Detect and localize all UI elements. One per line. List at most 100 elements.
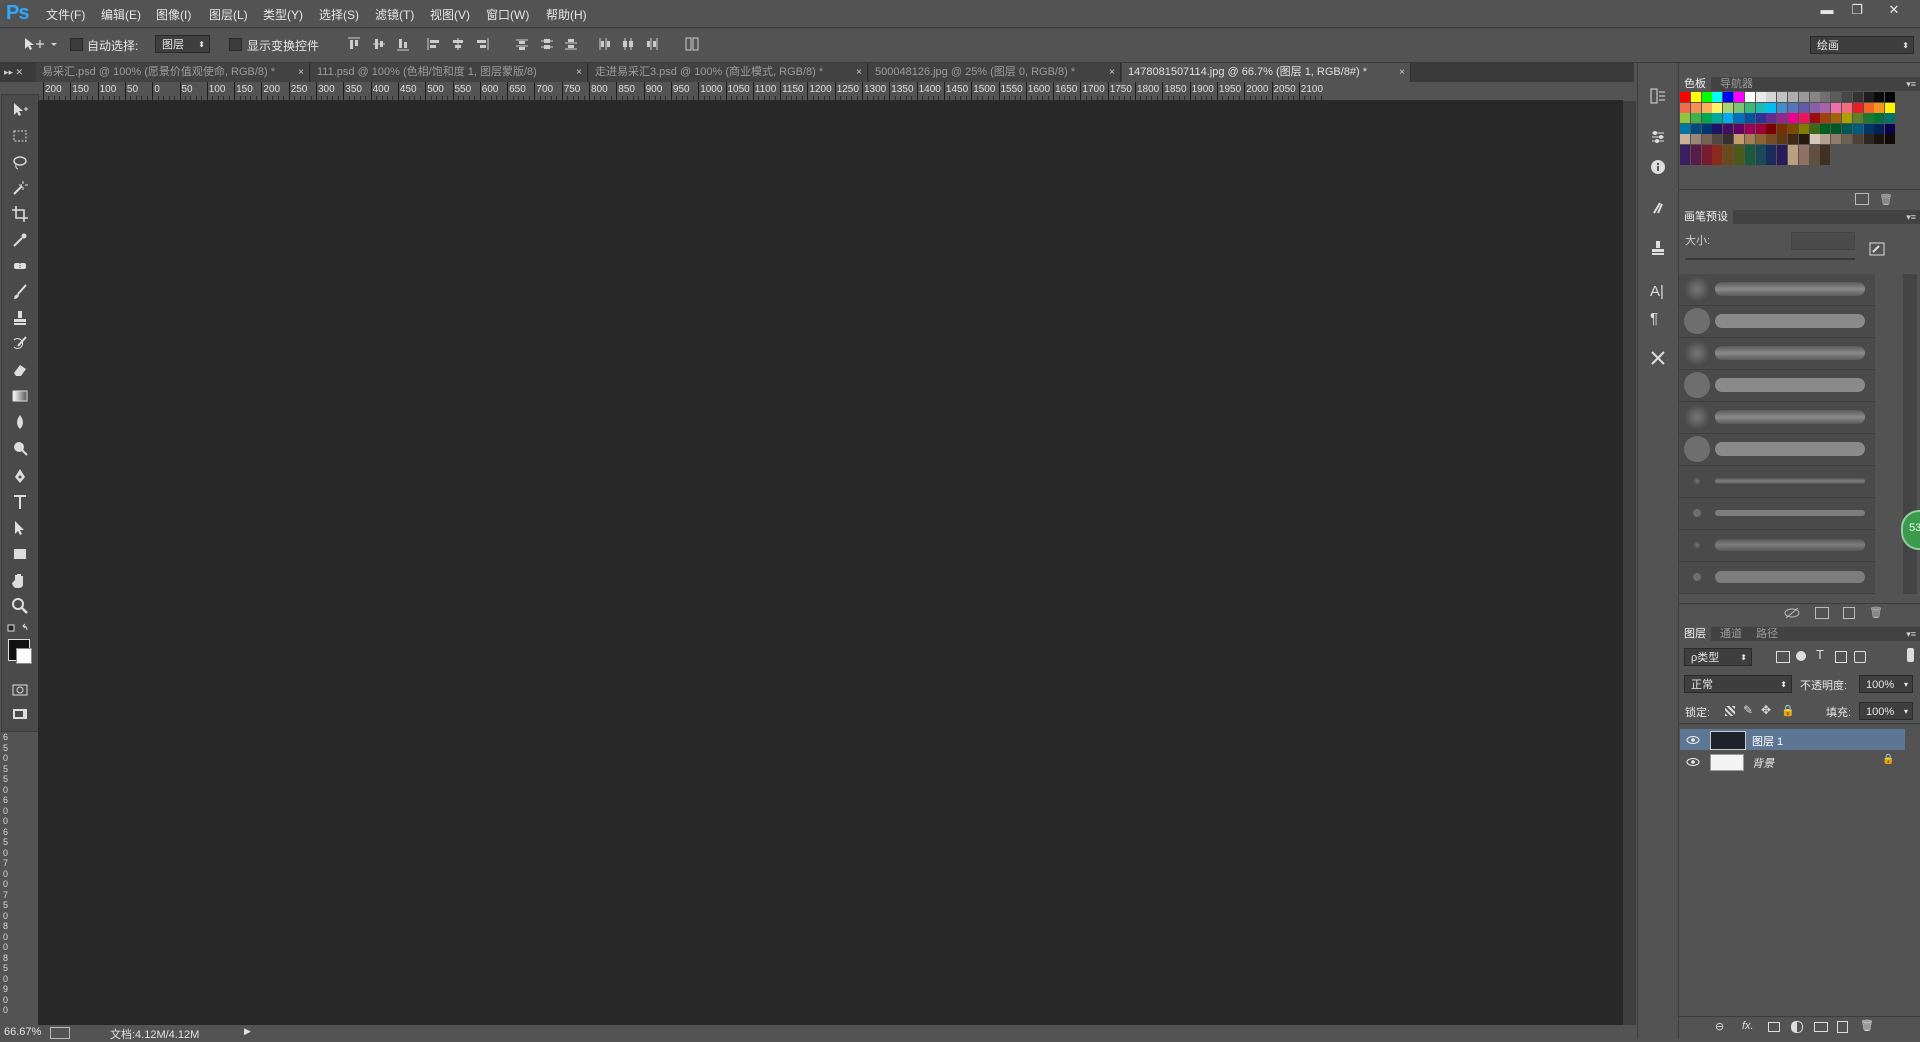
menu-view[interactable]: 视图(V) — [430, 6, 470, 23]
menu-layer[interactable]: 图层(L) — [209, 6, 248, 23]
color-swatch[interactable] — [1809, 134, 1820, 144]
history-brush-tool-icon[interactable] — [11, 335, 31, 355]
filter-pixel-icon[interactable] — [1776, 651, 1790, 663]
color-swatch[interactable] — [1734, 113, 1744, 123]
color-swatch[interactable] — [1690, 92, 1701, 102]
auto-select-dropdown[interactable]: 图层 ⬍ — [155, 35, 210, 53]
color-swatch[interactable] — [1809, 92, 1820, 102]
align-hcenter-icon[interactable] — [451, 37, 465, 51]
color-swatch[interactable] — [1820, 102, 1831, 113]
color-swatch[interactable] — [1680, 102, 1690, 113]
tab-navigator[interactable]: 导航器 — [1715, 77, 1758, 91]
move-tool-icon[interactable] — [11, 101, 31, 121]
align-vcenter-icon[interactable] — [372, 37, 386, 51]
color-swatch[interactable] — [1798, 102, 1809, 113]
color-swatch[interactable] — [1874, 123, 1885, 134]
color-swatch[interactable] — [1777, 134, 1788, 144]
tab-paths[interactable]: 路径 — [1751, 627, 1783, 641]
color-swatch[interactable] — [1734, 123, 1744, 134]
document-tab[interactable]: 走进易采汇3.psd @ 100% (商业模式, RGB/8) * × — [589, 63, 868, 82]
document-canvas[interactable] — [38, 101, 1623, 1025]
canvas-vertical-scrollbar[interactable] — [1623, 101, 1636, 1025]
panel-menu-icon[interactable]: ▾≡ — [1906, 627, 1916, 641]
delete-layer-icon[interactable]: 🗑 — [1860, 1019, 1874, 1032]
color-swatch[interactable] — [1744, 144, 1755, 155]
lock-position-icon[interactable]: ✥ — [1761, 703, 1771, 717]
brush-size-input[interactable] — [1791, 232, 1855, 250]
color-swatch[interactable] — [1842, 102, 1852, 113]
align-bottom-icon[interactable] — [396, 37, 410, 51]
clone-source-panel-icon[interactable] — [1650, 240, 1666, 256]
brush-visibility-icon[interactable] — [1783, 607, 1801, 619]
layer-filter-dropdown[interactable]: ρ类型 ⬍ — [1684, 648, 1752, 666]
distribute-hcenter-icon[interactable] — [621, 37, 635, 51]
color-swatch[interactable] — [1701, 123, 1712, 134]
auto-select-checkbox[interactable] — [70, 38, 83, 51]
color-swatch[interactable] — [1734, 134, 1744, 144]
new-layer-icon[interactable] — [1837, 1021, 1848, 1033]
color-swatch[interactable] — [1788, 155, 1798, 165]
magic-wand-tool-icon[interactable] — [11, 179, 31, 199]
menu-image[interactable]: 图像(I) — [156, 6, 191, 23]
color-swatch[interactable] — [1788, 102, 1798, 113]
crop-tool-icon[interactable] — [11, 205, 31, 225]
color-swatch[interactable] — [1755, 155, 1766, 165]
color-swatch[interactable] — [1798, 155, 1809, 165]
align-top-icon[interactable] — [347, 37, 361, 51]
color-swatch[interactable] — [1690, 144, 1701, 155]
color-swatch[interactable] — [1701, 134, 1712, 144]
eyedropper-tool-icon[interactable] — [11, 231, 31, 251]
distribute-bottom-icon[interactable] — [564, 37, 578, 51]
hand-tool-icon[interactable] — [11, 571, 31, 591]
menu-edit[interactable]: 编辑(E) — [101, 6, 141, 23]
character-panel-icon[interactable]: A| — [1650, 283, 1666, 300]
color-swatch[interactable] — [1744, 134, 1755, 144]
color-swatch[interactable] — [1680, 123, 1690, 134]
distribute-left-icon[interactable] — [597, 37, 611, 51]
fx-icon[interactable]: fx. — [1742, 1020, 1754, 1032]
color-swatch[interactable] — [1788, 113, 1798, 123]
filter-smart-object-icon[interactable] — [1854, 651, 1866, 663]
color-swatch[interactable] — [1755, 134, 1766, 144]
color-swatch[interactable] — [1820, 134, 1831, 144]
brush-preset-item[interactable] — [1679, 434, 1875, 466]
color-swatch[interactable] — [1809, 113, 1820, 123]
color-swatch[interactable] — [1690, 123, 1701, 134]
layer-row[interactable]: 图层 1 — [1680, 729, 1905, 750]
color-swatch[interactable] — [1831, 102, 1842, 113]
color-swatch[interactable] — [1788, 144, 1798, 155]
vertical-ruler[interactable]: 650550600650700750800850900 — [0, 732, 14, 1025]
dodge-tool-icon[interactable] — [11, 439, 31, 459]
color-swatch[interactable] — [1777, 123, 1788, 134]
color-swatch[interactable] — [1777, 155, 1788, 165]
proof-icon[interactable] — [50, 1027, 70, 1039]
color-swatch[interactable] — [1712, 155, 1723, 165]
filter-adjustment-icon[interactable] — [1796, 651, 1806, 661]
color-swatch[interactable] — [1809, 144, 1820, 155]
color-swatch[interactable] — [1680, 134, 1690, 144]
color-swatch[interactable] — [1723, 113, 1734, 123]
tab-close-icon[interactable]: × — [1109, 63, 1115, 82]
document-tab[interactable]: 500048126.jpg @ 25% (图层 0, RGB/8) * × — [869, 63, 1121, 82]
brush-panel-toggle-icon[interactable] — [1869, 242, 1885, 256]
tab-close-icon[interactable]: × — [298, 63, 304, 82]
brush-preset-item[interactable] — [1679, 338, 1875, 370]
color-swatch[interactable] — [1744, 102, 1755, 113]
color-swatch[interactable] — [1863, 92, 1874, 102]
align-left-icon[interactable] — [427, 37, 441, 51]
color-swatch[interactable] — [1798, 92, 1809, 102]
color-swatch[interactable] — [1863, 102, 1874, 113]
color-swatch[interactable] — [1852, 113, 1863, 123]
color-swatch[interactable] — [1874, 134, 1885, 144]
color-swatch[interactable] — [1820, 113, 1831, 123]
color-swatch[interactable] — [1798, 134, 1809, 144]
color-swatch[interactable] — [1885, 92, 1896, 102]
info-panel-icon[interactable] — [1650, 159, 1666, 175]
menu-file[interactable]: 文件(F) — [46, 6, 85, 23]
color-swatch[interactable] — [1723, 123, 1734, 134]
color-swatch[interactable] — [1777, 144, 1788, 155]
color-swatch[interactable] — [1831, 123, 1842, 134]
color-swatch[interactable] — [1766, 123, 1777, 134]
color-swatch[interactable] — [1701, 92, 1712, 102]
rectangle-tool-icon[interactable] — [11, 545, 31, 565]
